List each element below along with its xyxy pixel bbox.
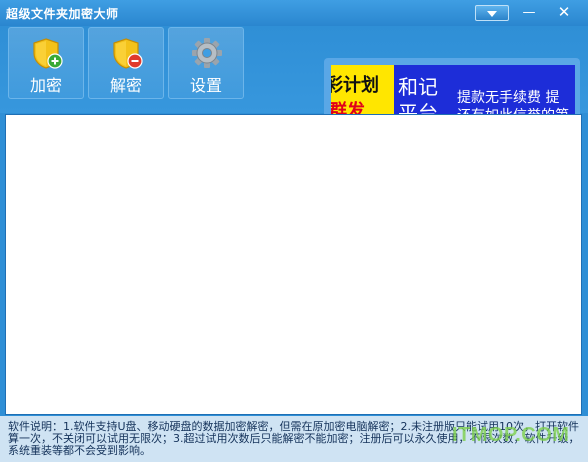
ad-blue-line1: 和记 (398, 75, 438, 99)
encrypt-button[interactable]: 加密 (8, 27, 84, 99)
ad-yellow-line1: 彩计划 (331, 75, 379, 96)
shield-remove-icon (113, 38, 143, 69)
ad-blue-line3: 提款无手续费 提 (457, 90, 560, 106)
watermark: ITMOP.COM (452, 424, 570, 446)
toolbar: 加密 解密 设置 彩计划 群发 和记 平台 提款无手续费 提 (0, 26, 588, 130)
decrypt-button[interactable]: 解密 (88, 27, 164, 99)
gear-icon (192, 38, 222, 68)
settings-button[interactable]: 设置 (168, 27, 244, 99)
decrypt-label: 解密 (109, 76, 142, 95)
settings-label: 设置 (189, 76, 222, 95)
title-bar[interactable]: 超级文件夹加密大师 — ✕ (0, 0, 588, 26)
skin-menu-button[interactable] (475, 5, 509, 21)
chevron-down-icon (487, 11, 497, 17)
encrypt-label: 加密 (29, 76, 62, 95)
window-title: 超级文件夹加密大师 (6, 7, 119, 21)
close-button[interactable]: ✕ (555, 5, 573, 21)
file-list-area[interactable] (5, 114, 582, 415)
app-window: 超级文件夹加密大师 — ✕ 加密 解密 设置 彩计划 群发 和记 平台 提款无手… (0, 0, 588, 462)
shield-add-icon (33, 38, 63, 69)
minimize-button[interactable]: — (521, 5, 537, 21)
